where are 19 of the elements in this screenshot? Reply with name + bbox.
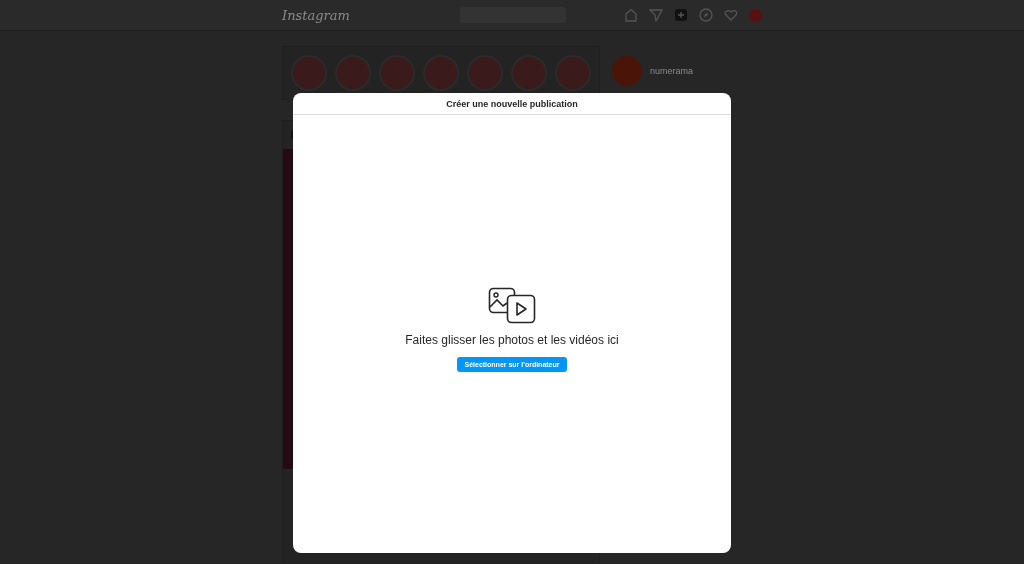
photo-video-icon: [488, 286, 536, 325]
story-avatar[interactable]: [511, 55, 547, 91]
plus-square-icon[interactable]: [674, 8, 688, 22]
username[interactable]: numerama: [650, 66, 694, 76]
story-avatar[interactable]: [423, 55, 459, 91]
dialog-title: Créer une nouvelle publication: [293, 93, 731, 115]
heart-icon[interactable]: [724, 8, 738, 22]
story-avatar[interactable]: [555, 55, 591, 91]
compass-icon[interactable]: [699, 8, 713, 22]
app-logo[interactable]: Instagram: [282, 7, 461, 23]
profile-avatar[interactable]: [749, 8, 762, 22]
account-avatar: [612, 56, 642, 86]
home-icon[interactable]: [624, 8, 638, 22]
paper-plane-icon[interactable]: [649, 8, 663, 22]
story-avatar[interactable]: [335, 55, 371, 91]
story-avatar[interactable]: [467, 55, 503, 91]
story-avatar[interactable]: [291, 55, 327, 91]
drop-instructions: Faites glisser les photos et les vidéos ici: [405, 332, 619, 347]
story-avatar[interactable]: [379, 55, 415, 91]
